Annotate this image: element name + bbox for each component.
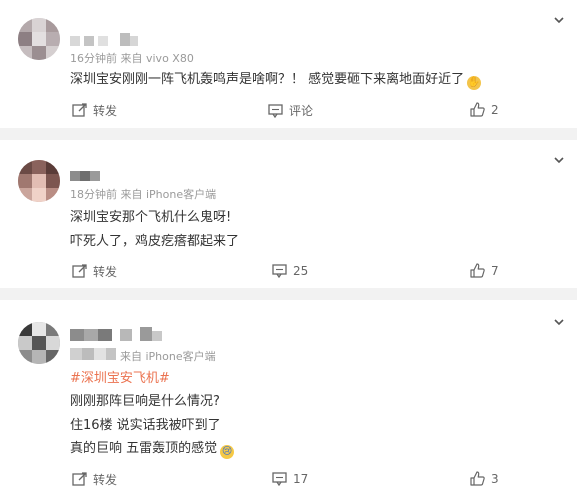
repost-label: 转发 (93, 473, 118, 487)
comment-card-1: 16分钟前 来自 vivo X80 深圳宝安刚刚一阵飞机轰鸣声是啥啊？！ 感觉要… (0, 0, 577, 128)
crying-face-icon: 😢 (220, 445, 235, 459)
like-count: 7 (491, 263, 499, 278)
thumbs-up-icon (470, 471, 485, 486)
avatar[interactable] (18, 160, 60, 202)
avatar[interactable] (18, 322, 60, 364)
comment-text-line: 真的巨响 五雷轰顶的感觉 😢 (70, 437, 235, 459)
comment-text-line: 深圳宝安刚刚一阵飞机轰鸣声是啥啊？！ 感觉要砸下来离地面好近了 ✋ (70, 68, 482, 90)
like-count: 3 (491, 471, 499, 486)
like-button[interactable]: 7 (470, 263, 499, 278)
comment-meta: 来自 iPhone客户端 (120, 350, 216, 363)
repost-button[interactable]: 转发 (72, 263, 117, 280)
comment-text: 深圳宝安刚刚一阵飞机轰鸣声是啥啊？！ 感觉要砸下来离地面好近了 (70, 72, 465, 87)
username-blurred[interactable] (70, 327, 165, 343)
comment-card-2: 18分钟前 来自 iPhone客户端 深圳宝安那个飞机什么鬼呀! 吓死人了，鸡皮… (0, 140, 577, 288)
comment-icon (272, 472, 287, 486)
pray-icon: ✋ (467, 76, 482, 90)
username-blurred[interactable] (70, 33, 140, 47)
comment-text: 吓死人了，鸡皮疙瘩都起来了 (70, 234, 240, 249)
repost-label: 转发 (93, 265, 118, 279)
repost-button[interactable]: 转发 (72, 471, 117, 488)
like-button[interactable]: 2 (470, 102, 499, 117)
comment-text: 住16楼 说实话我被吓到了 (70, 418, 221, 433)
repost-icon (72, 472, 87, 486)
chevron-down-icon[interactable] (553, 316, 565, 328)
chevron-down-icon[interactable] (553, 14, 565, 26)
topic-tag[interactable]: #深圳宝安飞机# (70, 367, 170, 386)
comment-text: 真的巨响 五雷轰顶的感觉 (70, 441, 218, 456)
like-button[interactable]: 3 (470, 471, 499, 486)
thumbs-up-icon (470, 102, 485, 117)
like-count: 2 (491, 102, 499, 117)
comment-text: 深圳宝安那个飞机什么鬼呀! (70, 210, 232, 225)
username-blurred[interactable] (70, 168, 110, 182)
avatar[interactable] (18, 18, 60, 60)
comment-count: 17 (293, 471, 309, 486)
username-blurred-second-line (70, 348, 116, 360)
comment-button[interactable]: 17 (272, 471, 308, 486)
repost-icon (72, 264, 87, 278)
comment-icon (268, 104, 283, 118)
thumbs-up-icon (470, 263, 485, 278)
comment-meta: 16分钟前 来自 vivo X80 (70, 52, 194, 65)
comment-meta: 18分钟前 来自 iPhone客户端 (70, 188, 217, 201)
comment-card-3: 来自 iPhone客户端 #深圳宝安飞机# 刚刚那阵巨响是什么情况? 住16楼 … (0, 300, 577, 494)
chevron-down-icon[interactable] (553, 154, 565, 166)
repost-label: 转发 (93, 104, 118, 118)
comment-count: 25 (293, 263, 309, 278)
repost-icon (72, 103, 87, 117)
comment-button[interactable]: 25 (272, 263, 308, 278)
comment-text: 刚刚那阵巨响是什么情况? (70, 394, 220, 409)
comment-button[interactable]: 评论 (268, 102, 313, 119)
comment-icon (272, 264, 287, 278)
comment-label: 评论 (289, 104, 314, 118)
repost-button[interactable]: 转发 (72, 102, 117, 119)
